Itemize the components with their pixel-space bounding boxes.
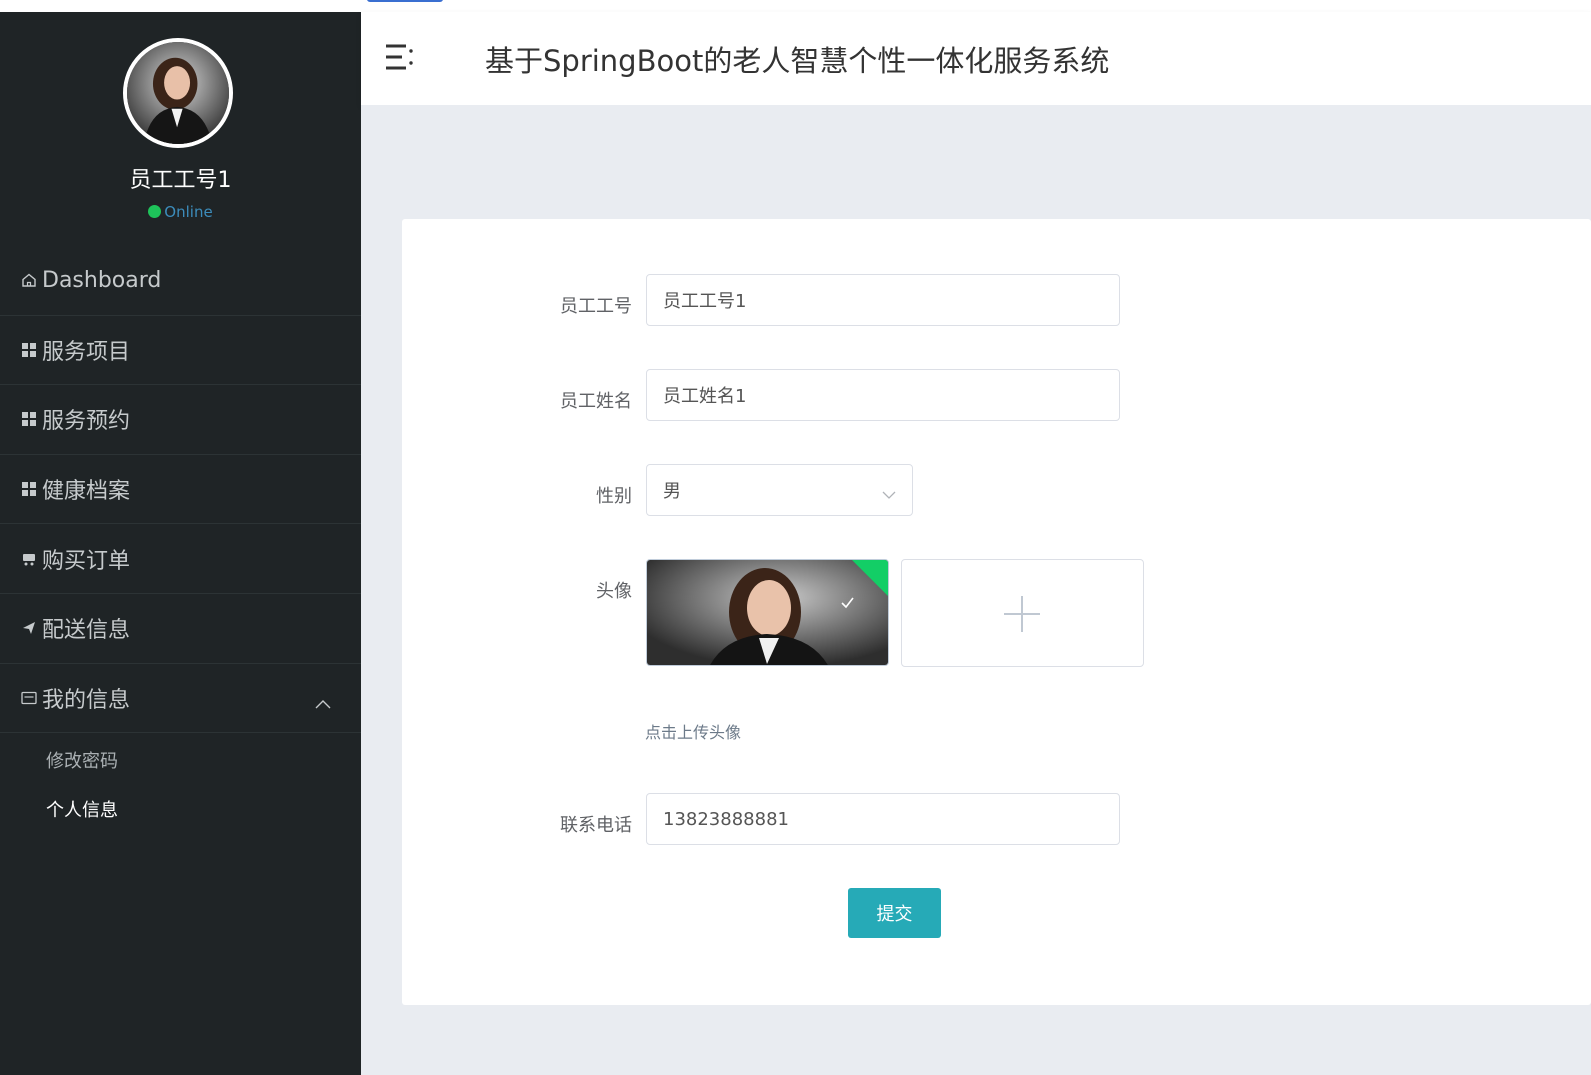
card-icon <box>20 689 38 707</box>
sidebar-item-service-projects[interactable]: 服务项目 <box>0 316 361 386</box>
sidebar-username: 员工工号1 <box>129 168 232 193</box>
gender-select-value: 男 <box>663 481 681 502</box>
avatar-upload-hint: 点击上传头像 <box>645 723 742 742</box>
avatar-upload-button[interactable] <box>901 559 1144 667</box>
online-dot-icon <box>148 205 162 218</box>
grid-icon <box>20 341 38 359</box>
gender-select[interactable]: 男 <box>646 464 913 516</box>
sidebar-item-label: 服务预约 <box>42 409 131 435</box>
sidebar-item-dashboard[interactable]: Dashboard <box>0 246 361 316</box>
submenu-item-change-password[interactable]: 修改密码 <box>0 735 361 784</box>
sidebar-item-label: 健康档案 <box>42 479 131 505</box>
sidebar-item-delivery-info[interactable]: 配送信息 <box>0 594 361 664</box>
sidebar-item-service-booking[interactable]: 服务预约 <box>0 385 361 455</box>
online-status: Online <box>0 203 361 221</box>
top-tab-indicator <box>367 0 443 2</box>
avatar <box>123 38 233 148</box>
page-title: 基于SpringBoot的老人智慧个性一体化服务系统 <box>485 44 1110 78</box>
avatar-preview[interactable] <box>646 559 889 666</box>
employee-id-label: 员工工号 <box>560 296 632 317</box>
phone-field[interactable]: 13823888881 <box>646 793 1120 845</box>
my-info-submenu: 修改密码 个人信息 <box>0 733 361 833</box>
sidebar-item-label: Dashboard <box>42 267 162 293</box>
cart-icon <box>20 550 38 568</box>
employee-id-field[interactable]: 员工工号1 <box>646 274 1120 326</box>
gender-label: 性别 <box>596 486 632 507</box>
grid-icon <box>20 410 38 428</box>
sidebar-item-label: 我的信息 <box>42 687 131 713</box>
send-icon <box>20 619 38 637</box>
main-content: 员工工号 员工工号1 员工姓名 员工姓名1 性别 男 头像 点击上传头像 联系电… <box>361 105 1591 1075</box>
top-header: 基于SpringBoot的老人智慧个性一体化服务系统 <box>361 12 1591 105</box>
sidebar-item-health-records[interactable]: 健康档案 <box>0 455 361 525</box>
sidebar-item-purchase-orders[interactable]: 购买订单 <box>0 524 361 594</box>
home-icon <box>20 271 38 289</box>
plus-icon <box>1004 596 1040 632</box>
profile-form-card: 员工工号 员工工号1 员工姓名 员工姓名1 性别 男 头像 点击上传头像 联系电… <box>402 219 1591 1005</box>
grid-icon <box>20 480 38 498</box>
submenu-item-personal-info[interactable]: 个人信息 <box>0 784 361 833</box>
sidebar-item-my-info[interactable]: 我的信息 <box>0 664 361 734</box>
sidebar-item-label: 服务项目 <box>42 339 131 365</box>
chevron-up-icon <box>315 690 331 715</box>
employee-name-label: 员工姓名 <box>560 391 632 412</box>
top-strip <box>0 0 1591 12</box>
sidebar-menu: Dashboard 服务项目 服务预约 健康档案 购买订单 配送信息 我的信息 <box>0 246 361 833</box>
sidebar-item-label: 配送信息 <box>42 618 131 644</box>
chevron-down-icon <box>882 484 896 505</box>
sidebar: 员工工号1 Online Dashboard 服务项目 服务预约 健康档案 购买… <box>0 12 361 1075</box>
online-status-text: Online <box>164 203 213 221</box>
phone-label: 联系电话 <box>560 815 632 836</box>
sidebar-item-label: 购买订单 <box>42 548 131 574</box>
employee-name-field[interactable]: 员工姓名1 <box>646 369 1120 421</box>
submit-button[interactable]: 提交 <box>848 888 941 938</box>
avatar-label: 头像 <box>596 581 632 602</box>
menu-toggle-icon[interactable] <box>384 42 416 72</box>
